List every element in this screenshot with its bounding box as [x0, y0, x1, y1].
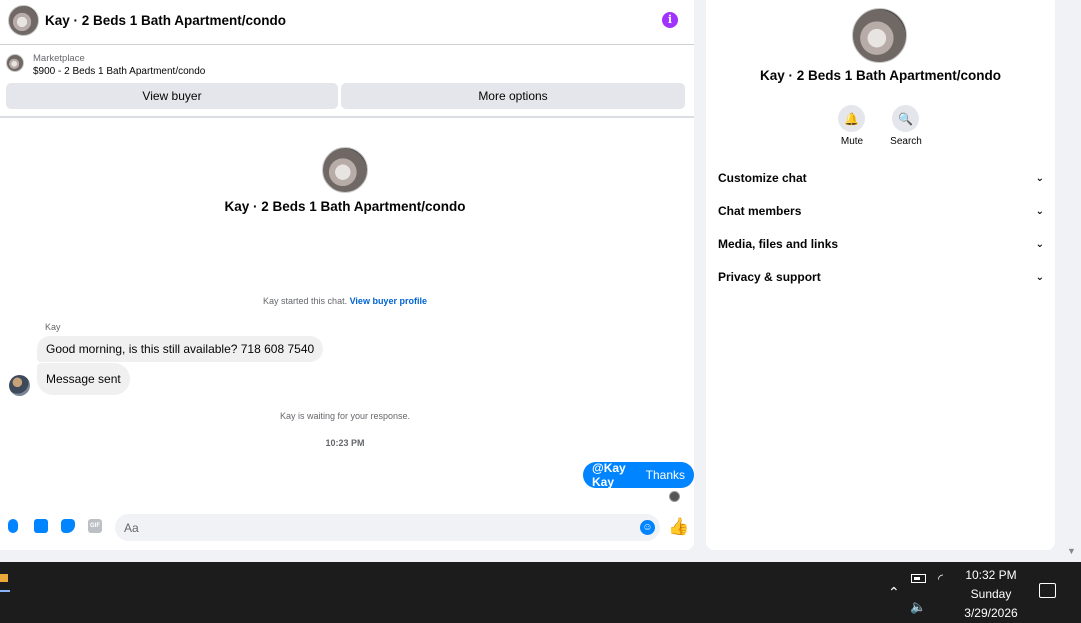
more-options-button[interactable]: More options: [341, 83, 685, 109]
info-title: Kay · 2 Beds 1 Bath Apartment/condo: [759, 68, 1002, 83]
image-icon[interactable]: [34, 519, 48, 533]
section-label: Privacy & support: [718, 270, 821, 284]
clock-time: 10:32 PM: [965, 568, 1017, 582]
chat-header: Kay · 2 Beds 1 Bath Apartment/condo i: [0, 0, 694, 45]
chevron-down-icon: ⌄: [1035, 205, 1044, 217]
bell-icon: 🔔: [844, 111, 859, 126]
section-label: Chat members: [718, 204, 802, 218]
thumbs-up-icon[interactable]: 👍: [668, 518, 689, 535]
intro-avatar: [322, 147, 368, 193]
listing-thumbnail[interactable]: [6, 54, 24, 72]
listing-title[interactable]: $900 - 2 Beds 1 Bath Apartment/condo: [33, 66, 205, 77]
chat-title[interactable]: Kay · 2 Beds 1 Bath Apartment/condo: [45, 13, 286, 28]
mention[interactable]: @Kay Kay: [592, 461, 646, 489]
system-clock[interactable]: 10:32 PM Sunday 3/29/2026: [955, 566, 1027, 623]
composer: GIF ☺ 👍: [0, 510, 694, 546]
info-panel: Kay · 2 Beds 1 Bath Apartment/condo 🔔 Mu…: [706, 0, 1055, 550]
mute-button[interactable]: 🔔: [838, 105, 865, 132]
incoming-message[interactable]: Good morning, is this still available? 7…: [37, 336, 324, 362]
outgoing-message[interactable]: @Kay Kay Thanks: [583, 461, 694, 489]
notification-icon[interactable]: [1039, 583, 1056, 598]
section-customize-chat[interactable]: Customize chat ⌄: [718, 168, 1044, 188]
section-chat-members[interactable]: Chat members ⌄: [718, 201, 1044, 221]
incoming-message[interactable]: Message sent: [37, 363, 130, 395]
mute-label: Mute: [840, 136, 864, 147]
info-icon[interactable]: i: [662, 12, 678, 28]
search-label: Search: [890, 136, 922, 147]
battery-icon[interactable]: [911, 574, 926, 583]
marketplace-banner: Marketplace $900 - 2 Beds 1 Bath Apartme…: [0, 46, 694, 118]
section-media-files-links[interactable]: Media, files and links ⌄: [718, 234, 1044, 254]
sender-name: Kay: [45, 322, 61, 332]
sender-avatar[interactable]: [9, 375, 30, 396]
marketplace-label: Marketplace: [33, 53, 85, 64]
outgoing-text: Thanks: [645, 468, 685, 482]
section-label: Media, files and links: [718, 237, 839, 251]
taskbar-app-icon[interactable]: [0, 570, 10, 592]
chat-avatar[interactable]: [8, 5, 39, 36]
volume-icon[interactable]: 🔈: [910, 599, 926, 615]
chevron-down-icon: ⌄: [1035, 238, 1044, 250]
emoji-icon[interactable]: ☺: [640, 520, 655, 535]
gif-icon[interactable]: GIF: [88, 519, 102, 533]
waiting-notice: Kay is waiting for your response.: [279, 411, 411, 421]
section-label: Customize chat: [718, 171, 807, 185]
message-input[interactable]: [115, 514, 660, 541]
section-privacy-support[interactable]: Privacy & support ⌄: [718, 267, 1044, 287]
sticker-icon[interactable]: [61, 519, 75, 533]
scroll-down-arrow[interactable]: ▼: [1067, 546, 1076, 556]
chat-started-notice: Kay started this chat. View buyer profil…: [0, 296, 690, 306]
intro-title: Kay · 2 Beds 1 Bath Apartment/condo: [224, 199, 466, 214]
clock-date: 3/29/2026: [964, 606, 1018, 620]
chevron-down-icon: ⌄: [1035, 172, 1044, 184]
search-icon: 🔍: [898, 111, 913, 126]
clock-day: Sunday: [970, 587, 1012, 601]
chat-started-text: Kay started this chat.: [263, 296, 348, 306]
info-avatar[interactable]: [852, 8, 907, 63]
wifi-icon[interactable]: ◜: [938, 571, 943, 587]
chat-panel: Kay · 2 Beds 1 Bath Apartment/condo i Ma…: [0, 0, 694, 550]
taskbar: ⌃ ◜ 🔈 10:32 PM Sunday 3/29/2026: [0, 562, 1081, 623]
message-timestamp: 10:23 PM: [325, 438, 365, 448]
view-buyer-profile-link[interactable]: View buyer profile: [350, 296, 427, 306]
microphone-icon[interactable]: [8, 519, 18, 533]
search-button[interactable]: 🔍: [892, 105, 919, 132]
chevron-up-icon[interactable]: ⌃: [888, 584, 900, 601]
seen-avatar: [669, 491, 680, 502]
view-buyer-button[interactable]: View buyer: [6, 83, 338, 109]
chevron-down-icon: ⌄: [1035, 271, 1044, 283]
